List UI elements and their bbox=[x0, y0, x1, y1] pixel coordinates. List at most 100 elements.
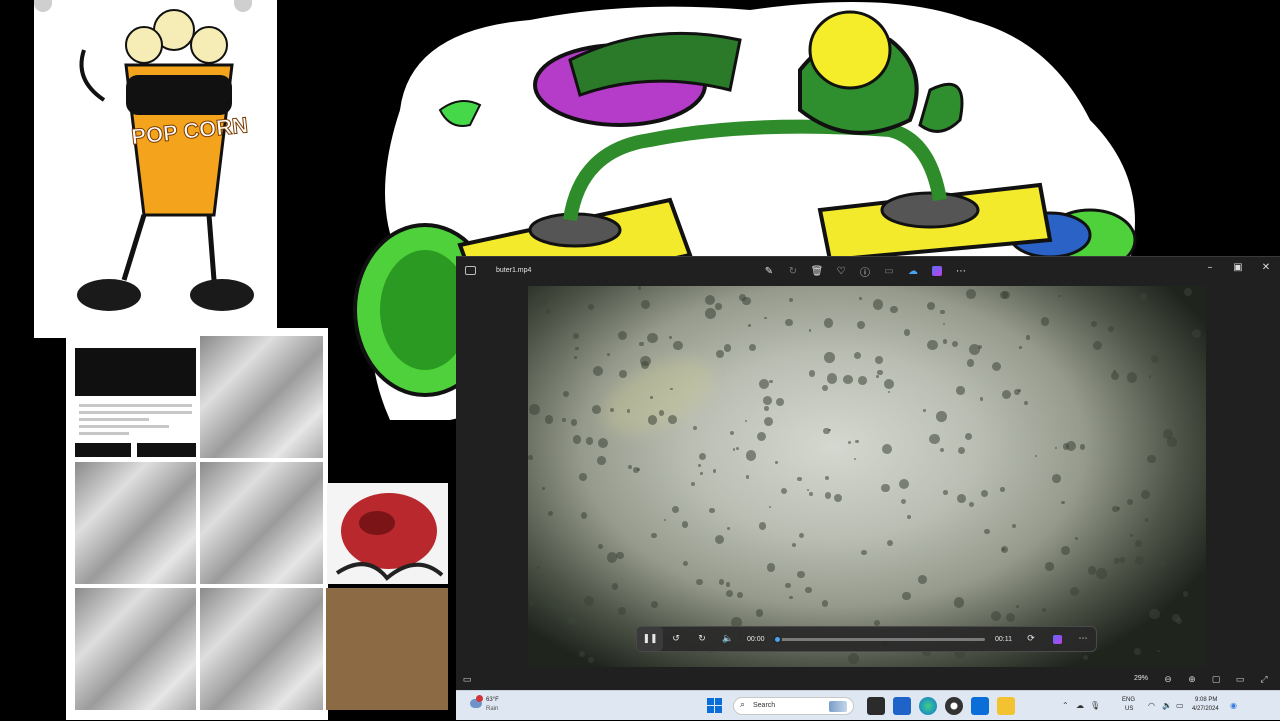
zoom-in-icon[interactable]: ⊕ bbox=[1185, 673, 1199, 687]
taskbar-search[interactable]: ⌕ Search bbox=[733, 697, 854, 715]
bubble bbox=[696, 578, 703, 586]
bubble bbox=[544, 415, 554, 424]
compact-icon[interactable]: ▭ bbox=[1233, 673, 1247, 687]
bubble bbox=[647, 332, 658, 344]
bubble bbox=[546, 308, 552, 314]
delete-icon[interactable]: 🗑 bbox=[810, 264, 824, 278]
caption-icon[interactable]: ▭ bbox=[882, 264, 896, 278]
bubble bbox=[1144, 518, 1148, 522]
maximize-icon[interactable]: ▣ bbox=[1224, 257, 1252, 277]
grow-tent-image[interactable] bbox=[200, 336, 323, 458]
grow-tent-image[interactable] bbox=[75, 462, 196, 584]
bubble bbox=[641, 300, 651, 310]
skip-back-icon[interactable]: ↺ bbox=[663, 627, 689, 651]
more-options-icon[interactable]: ⋯ bbox=[1070, 627, 1096, 651]
title-bar[interactable]: buter1.mp4 ✎ ↻ 🗑 ♡ ⓘ ▭ ☁ ⋯ – ▣ ✕ bbox=[456, 257, 1280, 285]
bubble bbox=[705, 295, 716, 306]
volume-icon[interactable]: 🔈 bbox=[715, 627, 741, 651]
language[interactable]: ENG bbox=[1122, 697, 1135, 703]
file-explorer-icon[interactable] bbox=[997, 697, 1015, 715]
bubble bbox=[857, 320, 866, 329]
copilot-icon[interactable] bbox=[930, 264, 944, 278]
clock-date[interactable]: 4/27/2024 bbox=[1192, 706, 1219, 712]
teams-icon[interactable] bbox=[893, 697, 911, 715]
grow-light-image[interactable] bbox=[200, 588, 323, 710]
rotate-icon[interactable]: ↻ bbox=[786, 264, 800, 278]
video-frame[interactable] bbox=[528, 286, 1206, 667]
fit-icon[interactable]: ▢ bbox=[1209, 673, 1223, 687]
bubble bbox=[767, 563, 776, 572]
windows-start-icon[interactable] bbox=[706, 697, 724, 715]
minimize-icon[interactable]: – bbox=[1196, 257, 1224, 277]
task-view-icon[interactable] bbox=[867, 697, 885, 715]
bubble bbox=[1041, 607, 1047, 613]
battery-icon[interactable]: ▭ bbox=[1176, 701, 1184, 710]
bubble bbox=[1025, 335, 1030, 340]
pause-icon[interactable]: ❚❚ bbox=[637, 627, 663, 651]
edge-icon[interactable] bbox=[919, 697, 937, 715]
bubble bbox=[1069, 586, 1080, 597]
search-highlight-icon bbox=[829, 701, 847, 712]
more-icon[interactable]: ⋯ bbox=[954, 264, 968, 278]
related-image-2[interactable] bbox=[137, 443, 196, 457]
favorite-icon[interactable]: ♡ bbox=[834, 264, 848, 278]
bubble bbox=[826, 373, 838, 385]
bubble bbox=[807, 489, 810, 492]
bubble bbox=[769, 505, 772, 508]
bubble bbox=[758, 378, 769, 389]
bubble bbox=[697, 463, 701, 467]
grow-light-image[interactable] bbox=[75, 588, 196, 710]
taskbar: 63°F Rain ⌕ Search ⌃ ☁ 🎙 ENG US ◠ 🔉 ▭ 9:… bbox=[456, 690, 1280, 720]
bubble bbox=[756, 431, 766, 441]
bubble bbox=[647, 415, 657, 425]
zoom-out-icon[interactable]: ⊖ bbox=[1161, 673, 1175, 687]
info-icon[interactable]: ⓘ bbox=[858, 264, 872, 279]
red-creature-image[interactable] bbox=[327, 483, 448, 584]
bubble bbox=[881, 444, 892, 455]
seek-thumb[interactable] bbox=[772, 634, 782, 644]
bubble bbox=[785, 318, 793, 327]
empty-tent-image[interactable] bbox=[326, 588, 448, 710]
bubble bbox=[1192, 328, 1202, 339]
chrome-icon[interactable] bbox=[945, 697, 963, 715]
bubble bbox=[822, 385, 829, 392]
microphone-icon[interactable]: 🎙 bbox=[1090, 701, 1100, 710]
speaker-icon[interactable]: 🔉 bbox=[1162, 701, 1172, 710]
bubble bbox=[984, 528, 990, 535]
notifications-icon[interactable]: ◉ bbox=[1230, 701, 1237, 710]
bubble bbox=[616, 551, 624, 560]
bubble bbox=[714, 534, 725, 545]
bubble bbox=[537, 294, 549, 306]
related-image-1[interactable] bbox=[75, 443, 131, 457]
skip-forward-icon[interactable]: ↻ bbox=[689, 627, 715, 651]
network-icon[interactable]: ☁ bbox=[1076, 701, 1084, 710]
filmstrip-icon[interactable]: ▭ bbox=[460, 673, 474, 687]
grow-tent-image[interactable] bbox=[200, 462, 323, 584]
bubble bbox=[536, 565, 540, 570]
search-result-card[interactable] bbox=[75, 348, 196, 458]
share-icon[interactable]: ☁ bbox=[906, 264, 920, 278]
bubble bbox=[943, 490, 948, 495]
repeat-icon[interactable]: ⟳ bbox=[1018, 627, 1044, 651]
media-player-window[interactable]: buter1.mp4 ✎ ↻ 🗑 ♡ ⓘ ▭ ☁ ⋯ – ▣ ✕ ❚❚ ↺ ↻ … bbox=[456, 256, 1280, 690]
fullscreen-icon[interactable]: ⤢ bbox=[1257, 673, 1271, 687]
seek-bar[interactable] bbox=[772, 634, 985, 644]
edit-icon[interactable]: ✎ bbox=[762, 264, 776, 278]
bubble bbox=[877, 369, 883, 375]
region[interactable]: US bbox=[1125, 706, 1133, 712]
bubble bbox=[664, 518, 667, 521]
copilot-icon[interactable] bbox=[1044, 627, 1070, 651]
clock-time[interactable]: 9:08 PM bbox=[1195, 697, 1217, 703]
chevron-up-icon[interactable]: ⌃ bbox=[1062, 701, 1069, 710]
close-icon[interactable]: ✕ bbox=[1252, 257, 1280, 277]
bubble bbox=[992, 361, 1002, 371]
bubble bbox=[1113, 558, 1120, 564]
bubble bbox=[562, 390, 570, 398]
weather-condition: Rain bbox=[486, 706, 499, 712]
wifi-icon[interactable]: ◠ bbox=[1148, 701, 1155, 710]
video-glare bbox=[590, 343, 726, 449]
bubble bbox=[650, 600, 658, 608]
bubble bbox=[705, 307, 717, 319]
bubble bbox=[572, 435, 582, 444]
media-player-icon[interactable] bbox=[971, 697, 989, 715]
